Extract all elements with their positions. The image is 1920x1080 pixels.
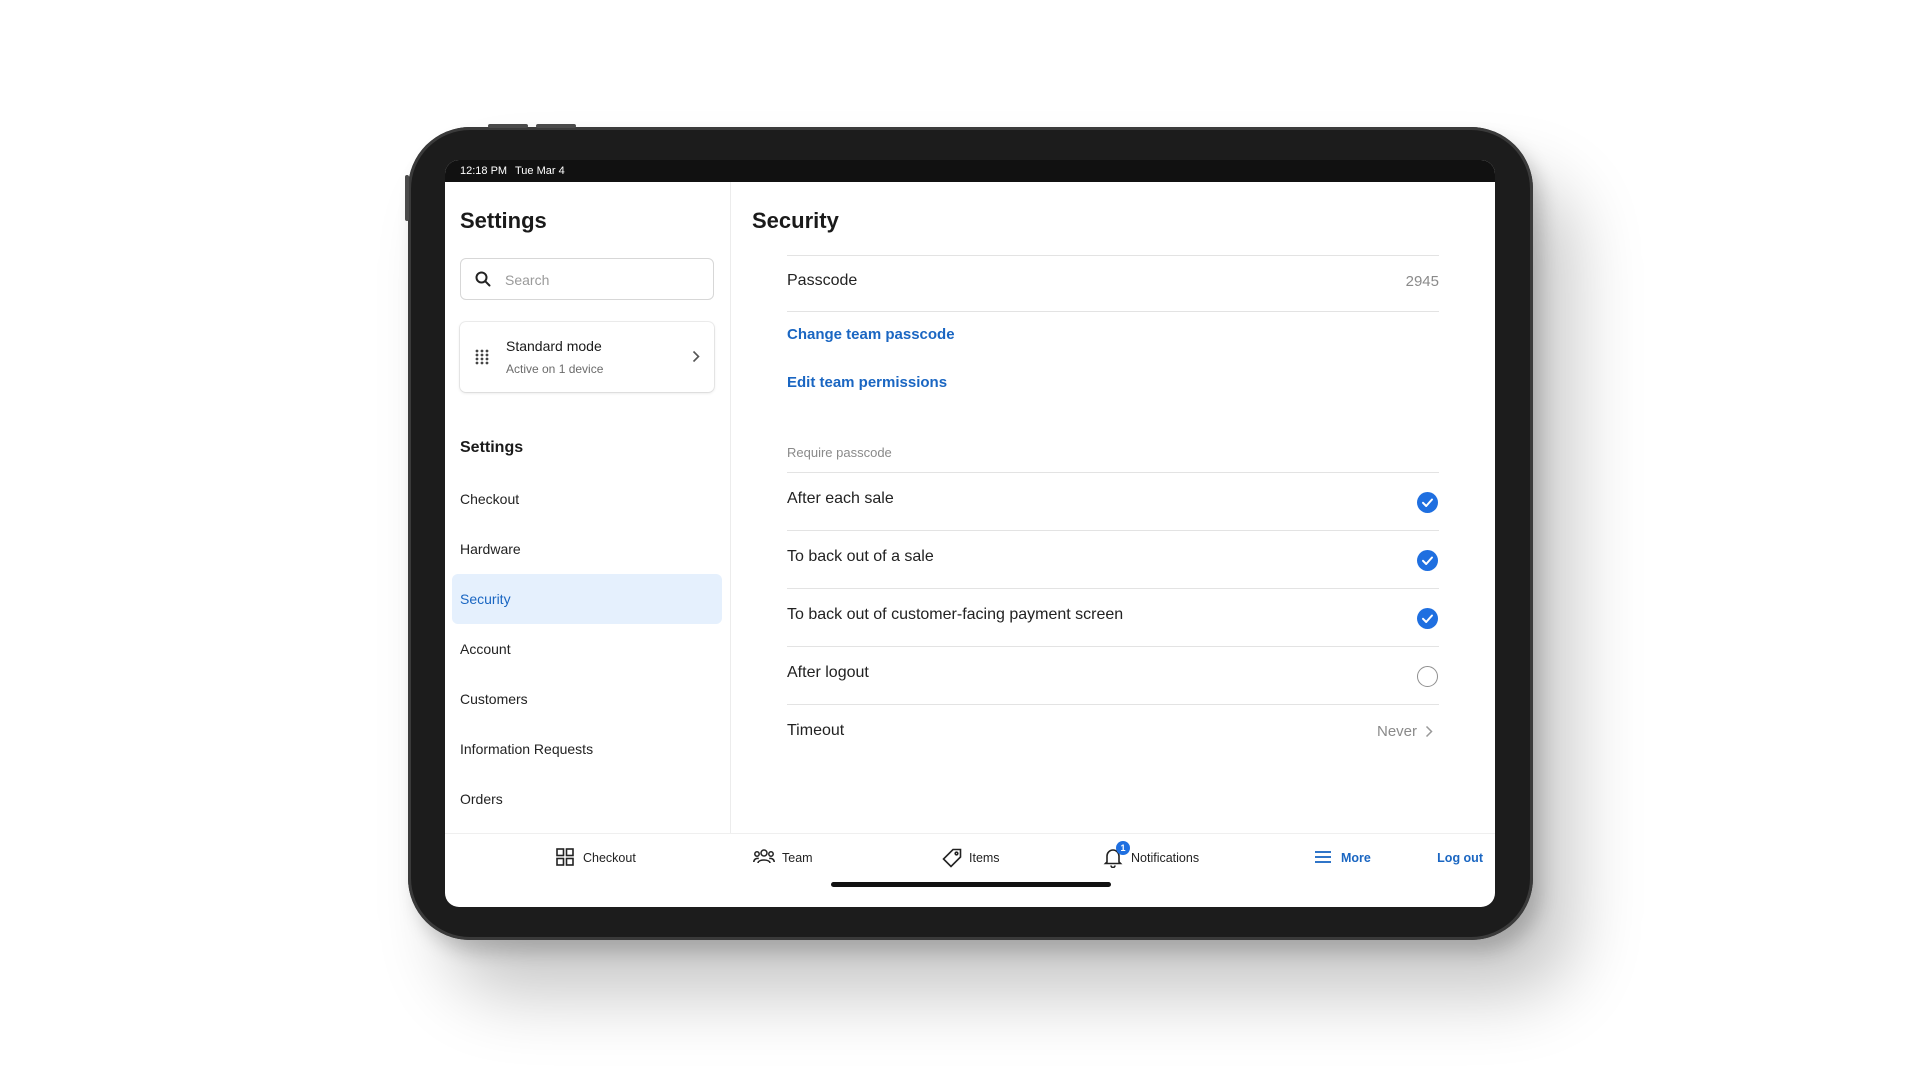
option-back-out-of-sale-label: To back out of a sale — [787, 548, 934, 565]
status-date: Tue Mar 4 — [515, 165, 565, 177]
nav-items[interactable]: Items — [942, 846, 1012, 870]
tag-icon — [942, 848, 962, 876]
nav-more-label: More — [1341, 851, 1371, 865]
divider — [787, 472, 1439, 473]
nav-checkout[interactable]: Checkout — [556, 846, 646, 870]
divider — [787, 530, 1439, 531]
option-after-logout-label: After logout — [787, 664, 869, 681]
mode-title: Standard mode — [506, 338, 602, 354]
sidebar-item-orders[interactable]: Orders — [452, 774, 722, 824]
nav-team[interactable]: Team — [753, 846, 823, 870]
nav-team-label: Team — [782, 851, 813, 865]
divider — [787, 255, 1439, 256]
nav-notifications[interactable]: 1 Notifications — [1103, 841, 1213, 870]
chevron-right-icon — [1425, 725, 1433, 743]
sidebar-item-security[interactable]: Security — [452, 574, 722, 624]
divider — [787, 646, 1439, 647]
divider — [787, 588, 1439, 589]
menu-icon — [1314, 848, 1332, 874]
sidebar-item-hardware[interactable]: Hardware — [452, 524, 722, 574]
log-out-button[interactable]: Log out — [1437, 846, 1483, 870]
notification-badge: 1 — [1116, 841, 1130, 855]
after-each-sale-checkbox[interactable] — [1417, 492, 1438, 513]
settings-section-title: Settings — [460, 439, 524, 456]
sidebar-item-checkout[interactable]: Checkout — [452, 474, 722, 524]
page-title: Security — [752, 208, 839, 233]
standard-mode-card[interactable]: Standard mode Active on 1 device — [460, 322, 714, 392]
home-indicator — [831, 882, 1111, 887]
passcode-label: Passcode — [787, 272, 858, 289]
sidebar-item-customers[interactable]: Customers — [452, 674, 722, 724]
back-out-of-sale-checkbox[interactable] — [1417, 550, 1438, 571]
sidebar-item-account[interactable]: Account — [452, 624, 722, 674]
status-bar: 12:18 PM Tue Mar 4 — [445, 160, 1495, 182]
nav-more[interactable]: More — [1314, 846, 1384, 870]
status-time: 12:18 PM — [460, 165, 508, 177]
after-logout-checkbox[interactable] — [1417, 666, 1438, 687]
mode-subtitle: Active on 1 device — [506, 362, 604, 376]
option-back-out-payment-screen-label: To back out of customer-facing payment s… — [787, 606, 1124, 623]
nav-checkout-label: Checkout — [583, 851, 636, 865]
nav-items-label: Items — [969, 851, 1000, 865]
sidebar-item-information-requests[interactable]: Information Requests — [452, 724, 722, 774]
passcode-value: 2945 — [1405, 273, 1439, 290]
edit-team-permissions-link[interactable]: Edit team permissions — [787, 374, 947, 391]
volume-button-top — [488, 124, 528, 128]
volume-button-bottom — [536, 124, 576, 128]
screen: 12:18 PM Tue Mar 4 Settings Search Stand… — [445, 160, 1495, 907]
device-grid-icon — [475, 349, 489, 370]
nav-notifications-label: Notifications — [1131, 851, 1200, 865]
search-input[interactable] — [503, 269, 707, 291]
bottom-nav: Checkout Team Items 1 Notifications More… — [445, 833, 1495, 907]
chevron-right-icon — [692, 350, 700, 368]
back-out-payment-screen-checkbox[interactable] — [1417, 608, 1438, 629]
power-button — [405, 175, 409, 221]
require-passcode-label: Require passcode — [787, 445, 892, 460]
sidebar-title: Settings — [460, 208, 547, 233]
search-box[interactable] — [460, 258, 714, 300]
divider — [787, 704, 1439, 705]
grid-icon — [556, 848, 574, 874]
divider — [787, 311, 1439, 312]
change-team-passcode-link[interactable]: Change team passcode — [787, 326, 955, 343]
option-after-each-sale-label: After each sale — [787, 490, 894, 507]
timeout-label: Timeout — [787, 722, 845, 739]
timeout-value: Never — [1376, 723, 1417, 740]
settings-sidebar: Settings Standard mode Active on 1 — [445, 182, 731, 833]
search-icon — [475, 271, 491, 292]
team-icon — [753, 848, 775, 874]
